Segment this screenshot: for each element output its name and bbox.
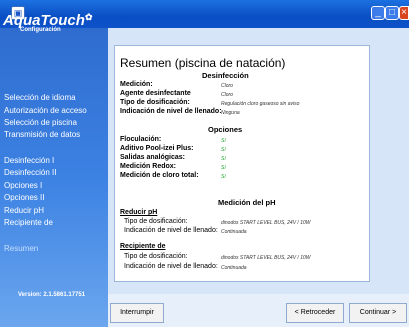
sidebar-item-desinfeccion-1[interactable]: Desinfección I [4,156,54,166]
summary-label: Tipo de dosificación: [120,99,190,106]
summary-label: Medición: [120,81,153,88]
minimize-button[interactable]: _ [371,6,385,20]
minimize-icon: _ [375,7,381,18]
summary-label: Indicación de nivel de llenado: [120,108,222,115]
close-button[interactable]: × [399,6,409,20]
summary-value: Sí [221,174,226,180]
summary-value: Regulación cloro gaseoso sin aviso [221,101,300,107]
version-label: Version: 2.1.5861.17751 [18,292,86,298]
sidebar-item-opciones-2[interactable]: Opciones II [4,193,44,203]
summary-value: Ninguna [221,110,240,116]
summary-label: Aditivo Pool-izei Plus: [120,145,194,152]
sidebar-item-opciones-1[interactable]: Opciones I [4,181,42,191]
sidebar-item-acceso[interactable]: Autorización de acceso [4,106,87,116]
section-heading-desinfeccion: Desinfección [202,71,249,80]
summary-value: Continuada [221,265,247,271]
summary-value: dinodos START LEVEL BUS, 24V / 10W [221,220,311,226]
sidebar-item-recipiente[interactable]: Recipiente de [4,218,53,228]
logo-subtitle: Configuración [20,27,61,33]
maximize-button[interactable]: □ [385,6,399,20]
summary-value: Sí [221,147,226,153]
page-title: Resumen (piscina de natación) [120,56,286,70]
summary-label: Tipo de dosificación: [124,253,188,260]
summary-value: Cloro [221,92,233,98]
sidebar-item-piscina[interactable]: Selección de piscina [4,118,77,128]
back-button[interactable]: < Retroceder [286,303,344,323]
continue-button[interactable]: Continuar > [349,303,407,323]
summary-value: Sí [221,165,226,171]
section-heading-opciones: Opciones [208,125,243,134]
sidebar-item-reducir-ph[interactable]: Reducir pH [4,206,44,216]
summary-value: Continuada [221,229,247,235]
sidebar-item-idioma[interactable]: Selección de idioma [4,93,76,103]
summary-label: Medición Redox: [120,163,177,170]
logo-symbol: ✿ [84,12,93,22]
summary-label: Tipo de dosificación: [124,218,188,225]
summary-label: Indicación de nivel de llenado: [124,227,218,234]
sidebar-item-desinfeccion-2[interactable]: Desinfección II [4,168,56,178]
summary-label: Salidas analógicas: [120,154,185,161]
maximize-icon: □ [388,7,396,18]
sidebar-item-transmision[interactable]: Transmisión de datos [4,130,80,140]
subsection-reducir-ph: Reducir pH [120,209,158,216]
summary-value: Cloro [221,83,233,89]
summary-value: Sí [221,138,226,144]
section-heading-ph: Medición del pH [218,198,276,207]
interrupt-button[interactable]: Interrumpir [110,303,164,323]
summary-label: Agente desinfectante [120,90,191,97]
summary-label: Medición de cloro total: [120,172,199,179]
summary-label: Indicación de nivel de llenado: [124,263,218,270]
close-icon: × [401,7,407,18]
subsection-recipiente: Recipiente de [120,243,166,250]
summary-value: dinodos START LEVEL BUS, 24V / 10W [221,255,311,261]
summary-value: Sí [221,156,226,162]
summary-label: Floculación: [120,136,162,143]
sidebar-item-resumen[interactable]: Resumen [4,244,38,254]
